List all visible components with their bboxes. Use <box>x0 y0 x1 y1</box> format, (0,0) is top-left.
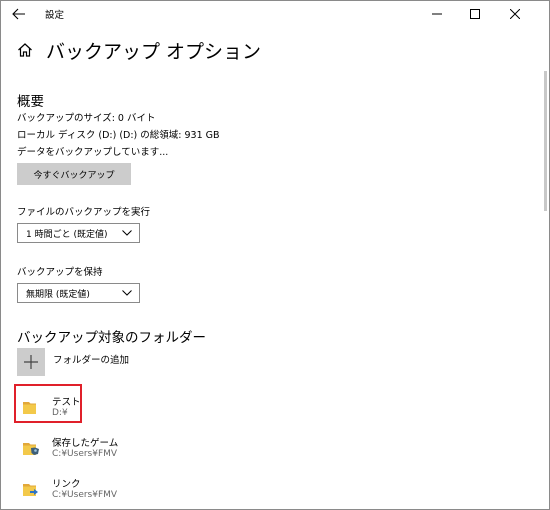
folders-heading: バックアップ対象のフォルダー <box>17 330 206 346</box>
scrollbar-thumb[interactable] <box>544 71 547 211</box>
backup-frequency-dropdown[interactable]: 1 時間ごと (既定値) <box>17 223 140 243</box>
plus-icon <box>24 355 38 369</box>
folder-path: C:¥Users¥FMV <box>52 490 118 500</box>
arrow-left-icon <box>12 8 25 20</box>
home-icon[interactable] <box>17 42 33 58</box>
chevron-down-icon <box>122 290 132 296</box>
links-folder-icon <box>23 484 38 496</box>
back-button[interactable] <box>7 4 31 24</box>
folder-item-links[interactable]: リンク C:¥Users¥FMV <box>17 474 277 509</box>
add-folder-label[interactable]: フォルダーの追加 <box>53 352 129 366</box>
keep-backup-label: バックアップを保持 <box>17 267 103 278</box>
maximize-button[interactable] <box>458 1 492 27</box>
backup-frequency-value: 1 時間ごと (既定値) <box>26 230 108 240</box>
close-icon <box>510 9 520 19</box>
backup-status-text: データをバックアップしています... <box>17 147 169 158</box>
minimize-button[interactable] <box>420 1 454 27</box>
backup-size-text: バックアップのサイズ: 0 バイト <box>17 113 156 124</box>
run-backup-label: ファイルのバックアップを実行 <box>17 207 151 218</box>
overview-heading: 概要 <box>17 94 44 110</box>
chevron-down-icon <box>122 230 132 236</box>
title-bar: 設定 <box>1 1 549 29</box>
settings-window: 設定 バックアップ オプション 概要 バックアップのサイズ: 0 バイト ローカ… <box>0 0 550 510</box>
scrollbar[interactable] <box>542 71 547 509</box>
saved-games-folder-icon <box>23 443 39 455</box>
keep-backup-value: 無期限 (既定値) <box>26 290 90 300</box>
maximize-icon <box>470 9 480 19</box>
folder-path: C:¥Users¥FMV <box>52 449 118 459</box>
backup-now-button[interactable]: 今すぐバックアップ <box>17 163 131 185</box>
close-button[interactable] <box>498 1 532 27</box>
folder-item-saved-games[interactable]: 保存したゲーム C:¥Users¥FMV <box>17 433 277 469</box>
folder-name: リンク <box>52 479 81 490</box>
highlight-box <box>14 384 82 423</box>
folder-name: 保存したゲーム <box>52 438 119 449</box>
keep-backup-dropdown[interactable]: 無期限 (既定値) <box>17 283 140 303</box>
add-folder-button[interactable] <box>17 348 45 376</box>
disk-total-text: ローカル ディスク (D:) (D:) の総領域: 931 GB <box>17 130 220 141</box>
minimize-icon <box>432 13 442 15</box>
window-title: 設定 <box>45 10 65 21</box>
page-title: バックアップ オプション <box>46 41 262 63</box>
